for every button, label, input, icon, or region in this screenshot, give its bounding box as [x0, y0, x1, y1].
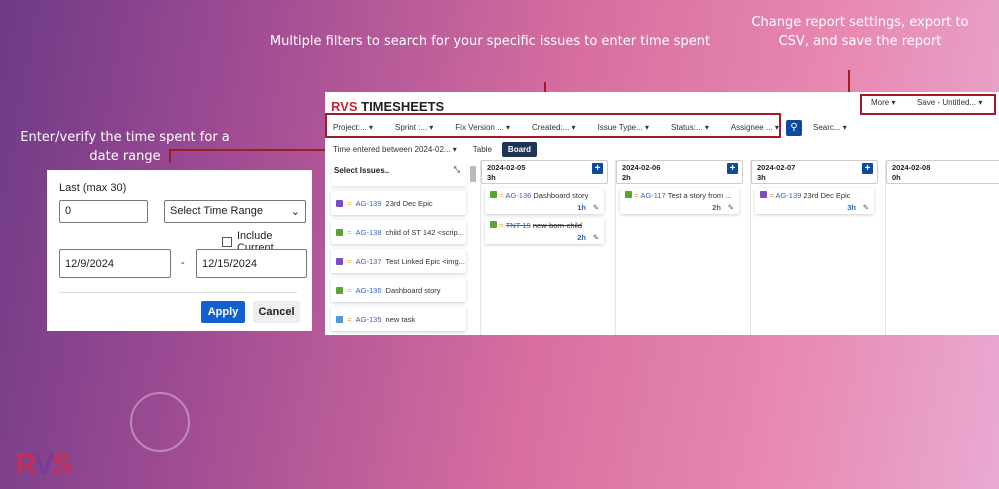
- edit-icon[interactable]: ✎: [593, 203, 599, 212]
- issue-key[interactable]: AG-137: [356, 257, 382, 266]
- column-date: 2024-02-08: [892, 163, 931, 172]
- date-separator: -: [181, 257, 185, 269]
- worklog-card[interactable]: = AG-136 Dashboard story 1h ✎: [485, 188, 604, 214]
- start-date-input[interactable]: 12/9/2024: [59, 249, 171, 278]
- time-range-select[interactable]: Select Time Range ⌄: [164, 200, 306, 223]
- end-date-input[interactable]: 12/15/2024: [196, 249, 307, 278]
- priority-icon: =: [347, 227, 352, 237]
- day-column: 2024-02-08 0h: [885, 160, 999, 335]
- priority-icon: =: [347, 198, 352, 208]
- issue-summary: new-born-child: [532, 221, 583, 230]
- column-date: 2024-02-07: [757, 163, 796, 172]
- issue-card[interactable]: = AG-138 child of ST 142 <scrip...: [331, 220, 466, 244]
- search-button[interactable]: ⚲: [786, 120, 802, 136]
- gear-clock-document-icon: [130, 392, 190, 452]
- logged-hours: 2h: [577, 233, 586, 242]
- story-icon: [625, 191, 632, 198]
- column-total: 2h: [622, 173, 631, 182]
- select-issues-panel: Select Issues.. ⤡ = AG-139 23rd Dec Epic = AG…: [331, 160, 466, 335]
- story-icon: [490, 221, 497, 228]
- date-range-popup: Last (max 30) 0 Select Time Range ⌄ Inclu…: [47, 170, 312, 331]
- column-total: 3h: [757, 173, 766, 182]
- issue-summary: child of ST 142 <scrip...: [385, 227, 464, 237]
- column-date: 2024-02-06: [622, 163, 661, 172]
- select-issues-title: Select Issues..: [334, 166, 390, 175]
- day-column: 2024-02-07 3h + = AG-139 23rd Dec Epic 3h ✎: [750, 160, 878, 335]
- issue-key[interactable]: AG-139: [775, 191, 801, 200]
- story-icon: [336, 286, 343, 294]
- logged-hours: 1h: [577, 203, 586, 212]
- priority-icon: =: [347, 314, 352, 324]
- annotation-filters: Multiple filters to search for your spec…: [269, 34, 711, 49]
- worklog-card[interactable]: = AG-117 Test a story from ... 2h ✎: [620, 188, 739, 214]
- worklog-card[interactable]: = AG-139 23rd Dec Epic 3h ✎: [755, 188, 874, 214]
- time-filter-dropdown[interactable]: Time entered between 2024-02... ▾: [333, 145, 457, 154]
- priority-icon: =: [347, 256, 352, 266]
- story-icon: [490, 191, 497, 198]
- last-days-label: Last (max 30): [59, 182, 127, 194]
- issue-card[interactable]: = AG-139 23rd Dec Epic: [331, 191, 466, 215]
- issue-card[interactable]: = AG-135 new task: [331, 307, 466, 331]
- issue-summary: 23rd Dec Epic: [385, 198, 433, 208]
- add-time-button[interactable]: +: [727, 163, 738, 174]
- worklog-card[interactable]: = TNT-19 new-born-child 2h ✎: [485, 218, 604, 244]
- add-time-button[interactable]: +: [862, 163, 873, 174]
- priority-icon: =: [499, 221, 504, 230]
- task-icon: [336, 315, 343, 323]
- logged-hours: 3h: [847, 203, 856, 212]
- edit-icon[interactable]: ✎: [593, 233, 599, 242]
- issue-key[interactable]: AG-138: [356, 228, 382, 237]
- issue-key[interactable]: AG-136: [505, 191, 531, 200]
- day-column: 2024-02-06 2h + = AG-117 Test a story from…: [615, 160, 743, 335]
- priority-icon: =: [634, 191, 639, 200]
- annotation-settings: Change report settings, export to CSV, a…: [751, 15, 969, 49]
- issue-card[interactable]: = AG-136 Dashboard story: [331, 278, 466, 302]
- priority-icon: =: [347, 285, 352, 295]
- search-icon: ⚲: [790, 122, 798, 133]
- issue-summary: Test Linked Epic <img...: [385, 256, 465, 266]
- edit-icon[interactable]: ✎: [728, 203, 734, 212]
- epic-icon: [336, 257, 343, 265]
- apply-button[interactable]: Apply: [201, 301, 245, 323]
- logged-hours: 2h: [712, 203, 721, 212]
- column-date: 2024-02-05: [487, 163, 526, 172]
- issue-key[interactable]: AG-135: [356, 315, 382, 324]
- priority-icon: =: [499, 191, 504, 200]
- priority-icon: =: [769, 191, 774, 200]
- edit-icon[interactable]: ✎: [863, 203, 869, 212]
- issue-key[interactable]: AG-117: [640, 191, 665, 200]
- tab-table[interactable]: Table: [473, 145, 492, 154]
- story-icon: [336, 228, 343, 236]
- issue-summary: new task: [385, 314, 416, 324]
- issue-summary: Dashboard story: [385, 285, 441, 295]
- cancel-button[interactable]: Cancel: [253, 301, 300, 323]
- annotation-date-range: Enter/verify the time spent for a date r…: [20, 130, 230, 164]
- collapse-icon[interactable]: ⤡: [454, 165, 460, 175]
- issue-summary: 23rd Dec Epic: [803, 191, 851, 200]
- scrollbar[interactable]: [470, 166, 476, 182]
- last-days-input[interactable]: 0: [59, 200, 148, 223]
- rvs-brand-logo: RVS: [15, 448, 72, 481]
- day-column: 2024-02-05 3h + = AG-136 Dashboard story 1h…: [480, 160, 608, 335]
- column-total: 3h: [487, 173, 496, 182]
- add-time-button[interactable]: +: [592, 163, 603, 174]
- issue-summary: Dashboard story: [533, 191, 589, 200]
- chevron-down-icon: ⌄: [290, 206, 300, 218]
- issue-key[interactable]: AG-136: [356, 286, 382, 295]
- issue-key[interactable]: TNT-19: [506, 221, 531, 230]
- tab-board[interactable]: Board: [501, 142, 538, 157]
- search-dropdown[interactable]: Searc... ▾: [813, 123, 847, 132]
- issue-key[interactable]: AG-139: [356, 199, 382, 208]
- issue-summary: Test a story from ...: [667, 191, 732, 200]
- epic-icon: [336, 199, 343, 207]
- app-logo: RVS TIMESHEETS: [331, 99, 445, 114]
- epic-icon: [760, 191, 767, 198]
- column-total: 0h: [892, 173, 901, 182]
- issue-card[interactable]: = AG-137 Test Linked Epic <img...: [331, 249, 466, 273]
